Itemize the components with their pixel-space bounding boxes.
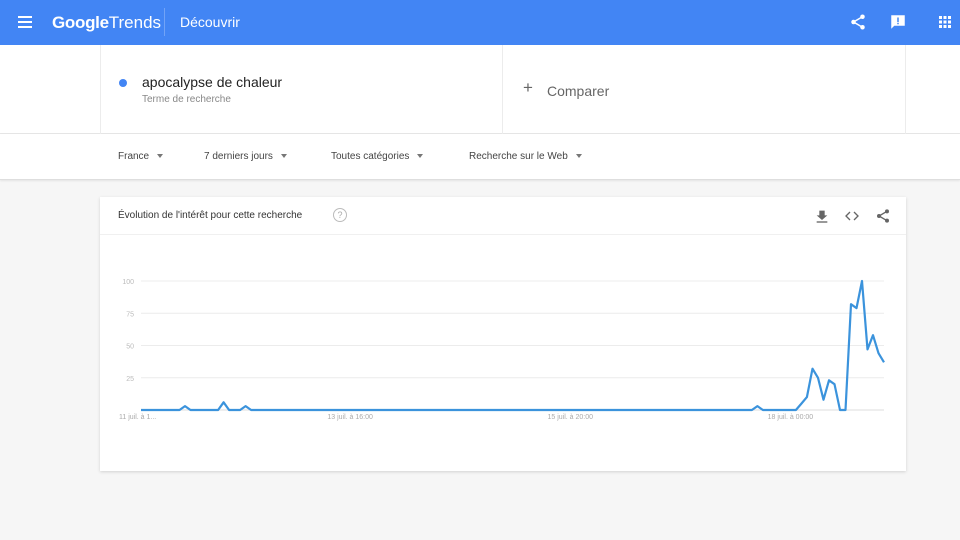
period-dropdown[interactable]: 7 derniers jours — [204, 151, 287, 162]
filter-bar: France 7 derniers jours Toutes catégorie… — [0, 134, 960, 180]
line-chart: 25 50 75 100 11 juil. à 1... 13 juil. à 16:00… — [119, 279, 885, 421]
y-tick-label: 75 — [126, 311, 134, 318]
x-tick-label: 18 juil. à 00:00 — [768, 414, 814, 421]
period-label: 7 derniers jours — [204, 151, 273, 162]
caret-down-icon — [417, 154, 424, 159]
y-tick-label: 50 — [126, 344, 134, 351]
interest-over-time-card: Évolution de l'intérêt pour cette recher… — [100, 197, 906, 471]
search-type-dropdown[interactable]: Recherche sur le Web — [469, 151, 582, 162]
plus-icon: + — [523, 78, 533, 97]
category-label: Toutes catégories — [331, 151, 410, 162]
feedback-icon[interactable] — [889, 13, 907, 31]
y-tick-label: 25 — [126, 376, 134, 383]
header-divider — [164, 8, 165, 36]
search-term-type: Terme de recherche — [142, 94, 231, 105]
term-color-dot — [119, 79, 127, 87]
logo-trends-text: Trends — [108, 13, 162, 32]
logo-google-text: Google — [52, 13, 109, 32]
compare-label: Comparer — [547, 83, 610, 99]
y-tick-label: 100 — [122, 279, 134, 286]
search-term-card[interactable]: apocalypse de chaleur Terme de recherche — [100, 45, 503, 134]
menu-icon[interactable] — [18, 16, 32, 28]
caret-down-icon — [575, 154, 582, 159]
share-icon[interactable] — [849, 13, 867, 31]
region-label: France — [118, 151, 150, 162]
search-terms-row: apocalypse de chaleur Terme de recherche… — [0, 45, 960, 134]
top-app-bar: GoogleTrends Découvrir — [0, 0, 960, 45]
search-type-label: Recherche sur le Web — [469, 151, 568, 162]
category-dropdown[interactable]: Toutes catégories — [331, 151, 424, 162]
x-tick-label: 13 juil. à 16:00 — [327, 414, 373, 421]
caret-down-icon — [157, 154, 164, 159]
caret-down-icon — [280, 154, 287, 159]
discover-link[interactable]: Découvrir — [180, 14, 240, 30]
google-trends-logo[interactable]: GoogleTrends — [52, 13, 161, 33]
x-tick-label: 15 juil. à 20:00 — [548, 414, 594, 421]
apps-icon[interactable] — [936, 13, 954, 31]
search-term-name[interactable]: apocalypse de chaleur — [142, 74, 282, 90]
compare-button[interactable]: + Comparer — [503, 45, 906, 134]
x-tick-label: 11 juil. à 1... — [119, 414, 156, 421]
region-dropdown[interactable]: France — [118, 151, 164, 162]
